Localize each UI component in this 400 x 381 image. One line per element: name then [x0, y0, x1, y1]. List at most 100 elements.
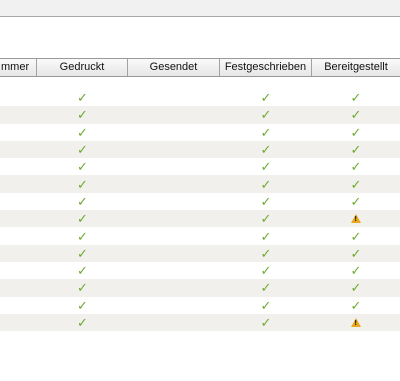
table-cell-festgeschrieben: ✓ [220, 262, 312, 279]
column-header-festgeschrieben-label: Festgeschrieben [224, 61, 307, 73]
table-cell-gesendet [128, 158, 220, 175]
check-icon: ✓ [350, 176, 362, 192]
table-cell-gedruckt: ✓ [37, 227, 128, 244]
table-cell-nummer [0, 245, 37, 262]
table-cell-gedruckt: ✓ [37, 210, 128, 227]
column-header-gedruckt-label: Gedruckt [59, 61, 105, 73]
table-cell-festgeschrieben: ✓ [220, 210, 312, 227]
table-cell-festgeschrieben: ✓ [220, 175, 312, 192]
check-icon: ✓ [260, 176, 272, 192]
check-icon: ✓ [260, 245, 272, 261]
table-cell-gedruckt: ✓ [37, 262, 128, 279]
table-row[interactable]: ✓ ✓ ✓ [0, 296, 400, 314]
column-header-gesendet[interactable]: Gesendet [128, 59, 220, 76]
check-icon: ✓ [350, 193, 362, 209]
check-icon: ✓ [260, 159, 272, 175]
table-cell-festgeschrieben: ✓ [220, 106, 312, 123]
check-icon: ✓ [77, 211, 88, 227]
table-cell-bereitgestellt: ✓ [312, 124, 400, 141]
table-row[interactable]: ✓ ✓ [0, 210, 400, 228]
check-icon: ✓ [77, 315, 88, 330]
table-cell-gesendet [128, 279, 220, 296]
table-cell-gesendet [128, 210, 220, 227]
check-icon: ✓ [260, 263, 272, 279]
table-cell-festgeschrieben: ✓ [220, 158, 312, 175]
table-row[interactable]: ✓ ✓ ✓ [0, 244, 400, 262]
table-row[interactable]: ✓ ✓ ✓ [0, 279, 400, 297]
table-cell-bereitgestellt: ✓ [312, 193, 400, 210]
column-header-gesendet-label: Gesendet [149, 61, 198, 73]
table-cell-festgeschrieben: ✓ [220, 245, 312, 262]
table-cell-gesendet [128, 141, 220, 158]
table-cell-gesendet [128, 262, 220, 279]
table-cell-gesendet [128, 124, 220, 141]
check-icon: ✓ [260, 193, 272, 209]
check-icon: ✓ [350, 124, 362, 140]
table-cell-festgeschrieben: ✓ [220, 227, 312, 244]
table-cell-gesendet [128, 175, 220, 192]
table-cell-nummer [0, 141, 37, 158]
table-row[interactable]: ✓ ✓ ✓ [0, 106, 400, 124]
check-icon: ✓ [260, 107, 272, 123]
table-cell-gesendet [128, 89, 220, 106]
check-icon: ✓ [77, 228, 88, 244]
table-cell-gedruckt: ✓ [37, 158, 128, 175]
check-icon: ✓ [350, 297, 362, 313]
table-cell-bereitgestellt: ✓ [312, 106, 400, 123]
table-cell-gedruckt: ✓ [37, 175, 128, 192]
table-cell-gedruckt: ✓ [37, 141, 128, 158]
table-cell-festgeschrieben: ✓ [220, 193, 312, 210]
table-cell-nummer [0, 279, 37, 296]
documents-table: mmer Gedruckt Gesendet Festgeschrieben B… [0, 58, 400, 332]
check-icon: ✓ [260, 297, 272, 313]
table-row[interactable]: ✓ ✓ ✓ [0, 192, 400, 211]
check-icon: ✓ [350, 90, 362, 106]
table-cell-nummer [0, 124, 37, 141]
table-cell-festgeschrieben: ✓ [220, 297, 312, 314]
table-row[interactable]: ✓ ✓ ✓ [0, 123, 400, 141]
table-cell-gesendet [128, 106, 220, 123]
check-icon: ✓ [77, 245, 88, 261]
table-row[interactable]: ✓ ✓ ✓ [0, 261, 400, 280]
check-icon: ✓ [77, 176, 88, 192]
check-icon: ✓ [350, 263, 362, 279]
table-cell-gesendet [128, 297, 220, 314]
table-cell-nummer [0, 158, 37, 175]
table-row[interactable]: ✓ ✓ ✓ [0, 175, 400, 193]
check-icon: ✓ [260, 280, 272, 296]
check-icon: ✓ [260, 90, 272, 106]
table-row[interactable]: ✓ ✓ ✓ [0, 158, 400, 176]
column-header-bereitgestellt[interactable]: Bereitgestellt [312, 59, 400, 76]
check-icon: ✓ [77, 90, 88, 106]
table-cell-festgeschrieben: ✓ [220, 314, 312, 331]
column-header-gedruckt[interactable]: Gedruckt [37, 59, 128, 76]
table-cell-festgeschrieben: ✓ [220, 141, 312, 158]
table-cell-gedruckt: ✓ [37, 279, 128, 296]
table-row[interactable]: ✓ ✓ ✓ [0, 140, 400, 159]
content-gap [0, 17, 400, 58]
check-icon: ✓ [350, 159, 362, 175]
check-icon: ✓ [350, 142, 362, 158]
table-row[interactable]: ✓ ✓ ✓ [0, 227, 400, 245]
table-cell-nummer [0, 106, 37, 123]
table-cell-festgeschrieben: ✓ [220, 124, 312, 141]
table-row[interactable]: ✓ ✓ ✓ [0, 89, 400, 107]
check-icon: ✓ [350, 245, 362, 261]
table-cell-gedruckt: ✓ [37, 314, 128, 331]
table-cell-bereitgestellt: ✓ [312, 262, 400, 279]
table-cell-nummer [0, 297, 37, 314]
column-header-festgeschrieben[interactable]: Festgeschrieben [220, 59, 312, 76]
table-spacer [0, 77, 400, 89]
check-icon: ✓ [77, 124, 88, 140]
check-icon: ✓ [260, 228, 272, 244]
table-cell-gesendet [128, 245, 220, 262]
check-icon: ✓ [260, 124, 272, 140]
warning-icon [351, 318, 361, 327]
table-cell-bereitgestellt: ✓ [312, 158, 400, 175]
check-icon: ✓ [77, 193, 88, 209]
table-row[interactable]: ✓ ✓ [0, 313, 400, 332]
table-cell-bereitgestellt: ✓ [312, 279, 400, 296]
column-header-nummer[interactable]: mmer [0, 59, 37, 76]
table-cell-nummer [0, 193, 37, 210]
check-icon: ✓ [77, 107, 88, 123]
